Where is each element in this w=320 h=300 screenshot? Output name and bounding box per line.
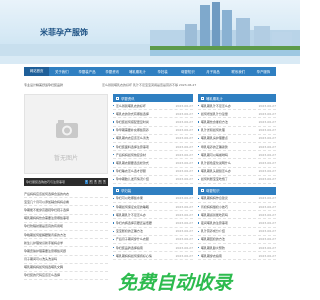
panel-title: 母婴知识 <box>206 189 220 194</box>
list-item[interactable]: 哺乳期饮食催奶方法 2023-06-27 <box>198 118 276 127</box>
list-item[interactable]: 哺乳期乳房护理要点 2023-06-27 <box>198 135 276 143</box>
panel-title: 孕婴资讯 <box>121 96 135 101</box>
list-item[interactable]: 乳汁颜色变化说明什么 2023-06-27 <box>198 159 276 168</box>
nav-item-products[interactable]: 孕婴装产品 <box>74 69 99 74</box>
list-item[interactable]: 乳汁淤积如何处理 2023-06-27 <box>198 127 276 135</box>
list-item[interactable]: 哺乳期妈妈作息建议 2023-06-27 <box>198 195 276 204</box>
list-item[interactable]: 孕妇装的尺码应该怎么选择 <box>24 272 108 281</box>
list-item[interactable]: 产后月子期间穿什么衣服 2023-06-27 <box>113 236 193 244</box>
list-item[interactable]: 哺乳期乳腺炎预防 2023-06-27 <box>198 244 276 253</box>
list-item[interactable]: 孕妇内裤选择高腰还是低腰 2023-06-27 <box>113 219 193 228</box>
watermark-text: 免费自动收录 <box>118 272 233 294</box>
list-item[interactable]: 母乳喂养的正确姿势 2023-06-27 <box>198 143 276 152</box>
placeholder-text: 暂无图片 <box>53 155 78 162</box>
list-item[interactable]: 孕中期胎儿发育情况介绍 2023-06-27 <box>113 176 193 184</box>
slideshow-caption[interactable]: 孕妇服装选购技巧与注意事项 <box>26 180 85 184</box>
nav-item-about[interactable]: 关于我们 <box>49 69 74 74</box>
nav-item-maternity-wear[interactable]: 孕妇装 <box>150 69 175 74</box>
list-icon <box>116 189 119 193</box>
list-item[interactable]: 孕期能不能穿高跟鞋孕妇鞋子选择 <box>24 206 108 215</box>
list-item[interactable]: 哺乳期可以喝咖啡吗 2023-06-27 <box>198 151 276 160</box>
slide-dot[interactable]: 4 <box>98 180 102 184</box>
main-nav: 网站首页 关于我们 孕婴装产品 孕婴资讯 哺乳期乳汁 孕妇装 母婴知识 月子用品… <box>24 67 276 76</box>
list-item[interactable]: 哺乳期回奶的方法 2023-06-27 <box>198 236 276 244</box>
list-item[interactable]: 哺乳期内衣应该怎么清洗 2023-06-27 <box>113 135 193 143</box>
list-item[interactable]: 哺乳衣的款式有哪些选择 2023-06-27 <box>113 110 193 119</box>
notice-scroll-text[interactable]: 怎么辨别哺乳衣的好坏 乳汁不足宝宝哭闹是否是营养不够 2023-06-27 <box>94 83 276 87</box>
list-item[interactable]: 哺乳期妈妈如何保持好心情 2023-06-27 <box>113 252 193 261</box>
list-item[interactable]: 孕晚期如何缓解腰酸背痛的方法 <box>24 231 108 240</box>
panel-header-maternity-wear[interactable]: 孕妇装 <box>113 186 193 195</box>
list-item[interactable]: 夜间哺乳的注意事项 2023-06-27 <box>198 219 276 228</box>
list-item[interactable]: 新生儿护理常识新手爸妈必学 <box>24 239 108 248</box>
panel-title: 孕妇装 <box>121 189 132 194</box>
list-item[interactable]: 哺乳期感冒能吃药吗 2023-06-27 <box>198 211 276 220</box>
list-item[interactable]: 宝宝断奶的正确方法 2023-06-27 <box>113 228 193 236</box>
list-item[interactable]: 哺乳期妈妈如何挑选哺乳文胸 <box>24 264 108 272</box>
list-item[interactable]: 怎么辨别哺乳衣的好坏 2023-06-27 <box>113 102 193 111</box>
list-item[interactable]: 月子期间可以洗头洗澡吗 <box>24 256 108 264</box>
camera-icon <box>56 120 78 138</box>
knowledge-article-list: 哺乳期妈妈作息建议 2023-06-27 背奶妈妈储奶小技巧 2023-06-27 … <box>198 195 276 261</box>
nav-item-apparel[interactable]: 孕产服饰 <box>251 69 276 74</box>
list-item[interactable]: 哺乳期妈妈饮食需要注意哪些事项 <box>24 215 108 223</box>
notice-slogan: 专业设计精美舒适孕妇装品牌 <box>24 82 64 87</box>
slide-dot[interactable]: 1 <box>84 180 88 184</box>
list-item[interactable]: 孕妇可以吃哪些水果 2023-06-27 <box>113 195 193 204</box>
nav-item-knowledge[interactable]: 母婴知识 <box>175 69 200 74</box>
list-item[interactable]: 孕妇装面料选择注意事项 2023-06-27 <box>113 143 193 152</box>
list-item[interactable]: 如何判断宝宝吃饱了 2023-06-27 <box>198 176 276 184</box>
list-item[interactable]: 哺乳期乳汁不足怎么办 2023-06-27 <box>113 211 193 220</box>
list-item[interactable]: 孕妇睡衣怎么选才舒服 2023-06-27 <box>113 168 193 176</box>
list-item[interactable]: 产后妈妈应该如何选择合适的内衣 <box>24 190 108 199</box>
panel-title: 哺乳期乳汁 <box>206 96 223 101</box>
left-column: 暂无图片 孕妇服装选购技巧与注意事项 1 2 3 4 5 产后妈妈应该如何选择合… <box>24 94 108 281</box>
nav-item-contact[interactable]: 联系我们 <box>226 69 251 74</box>
left-article-list: 产后妈妈应该如何选择合适的内衣 宝宝几个月可以添加辅食妈妈必看 孕期能不能穿高跟… <box>24 190 108 281</box>
list-item[interactable]: 孕妇装品牌选择指南 2023-06-27 <box>113 244 193 253</box>
panel-header-lactation[interactable]: 哺乳期乳汁 <box>198 94 276 102</box>
list-item[interactable]: 乳汁营养成分介绍 2023-06-27 <box>198 228 276 236</box>
maternity-wear-list: 孕妇可以吃哪些水果 2023-06-27 孕期如何保证充足的睡眠 2023-06-2… <box>113 195 193 261</box>
list-item[interactable]: 哺乳期乳汁不足怎么办 2023-06-27 <box>198 102 276 111</box>
list-item[interactable]: 宝宝几个月可以添加辅食妈妈必看 <box>24 198 108 207</box>
list-icon <box>116 96 119 100</box>
middle-column: 孕婴资讯 怎么辨别哺乳衣的好坏 2023-06-27 哺乳衣的款式有哪些选择 202… <box>113 94 193 261</box>
slide-dot[interactable]: 2 <box>89 180 93 184</box>
slide-dot[interactable]: 5 <box>102 180 106 184</box>
list-item[interactable]: 产后妈妈如何恢复身材 2023-06-27 <box>113 151 193 160</box>
list-item[interactable]: 如何增加乳汁分泌量 2023-06-27 <box>198 110 276 119</box>
list-item[interactable]: 孕妇装如何搭配更显时尚 2023-06-27 <box>113 118 193 127</box>
list-icon <box>201 96 204 100</box>
right-column: 哺乳期乳汁 哺乳期乳汁不足怎么办 2023-06-27 如何增加乳汁分泌量 2023… <box>198 94 276 261</box>
lactation-article-list: 哺乳期乳汁不足怎么办 2023-06-27 如何增加乳汁分泌量 2023-06-27… <box>198 102 276 184</box>
list-icon <box>201 189 204 193</box>
nav-item-confinement[interactable]: 月子用品 <box>200 69 225 74</box>
news-article-list: 怎么辨别哺乳衣的好坏 2023-06-27 哺乳衣的款式有哪些选择 2023-06-… <box>113 102 193 184</box>
nav-item-lactation[interactable]: 哺乳期乳汁 <box>125 69 150 74</box>
list-item[interactable]: 哺乳期穿衣指南 2023-06-27 <box>198 252 276 261</box>
nav-item-home[interactable]: 网站首页 <box>24 67 50 76</box>
panel-header-knowledge[interactable]: 母婴知识 <box>198 186 276 195</box>
site-header: 米菲孕产服饰 <box>0 0 300 64</box>
nav-item-news[interactable]: 孕婴资讯 <box>100 69 125 74</box>
slideshow-caption-bar: 孕妇服装选购技巧与注意事项 1 2 3 4 5 <box>24 178 108 186</box>
site-logo-title[interactable]: 米菲孕产服饰 <box>40 27 88 38</box>
list-item[interactable]: 孕期如何保证充足的睡眠 2023-06-27 <box>113 203 193 212</box>
slideshow-pager: 1 2 3 4 5 <box>84 180 106 184</box>
list-item[interactable]: 孕期皮肤护理需要注意哪些问题 <box>24 247 108 256</box>
panel-header-news[interactable]: 孕婴资讯 <box>113 94 193 102</box>
notice-bar: 专业设计精美舒适孕妇装品牌 怎么辨别哺乳衣的好坏 乳汁不足宝宝哭闹是否是营养不够… <box>24 80 276 89</box>
slide-dot[interactable]: 3 <box>93 180 97 184</box>
photo-placeholder[interactable]: 暂无图片 <box>24 94 108 174</box>
list-item[interactable]: 哺乳期衣服要选宽松款式 2023-06-27 <box>113 159 193 168</box>
list-item[interactable]: 孕妇防辐射服是否真的有用呢 <box>24 223 108 231</box>
list-item[interactable]: 背奶妈妈储奶小技巧 2023-06-27 <box>198 203 276 212</box>
list-item[interactable]: 孕早期需要补充哪些营养 2023-06-27 <box>113 127 193 135</box>
list-item[interactable]: 哺乳期乳头皲裂怎么办 2023-06-27 <box>198 168 276 176</box>
